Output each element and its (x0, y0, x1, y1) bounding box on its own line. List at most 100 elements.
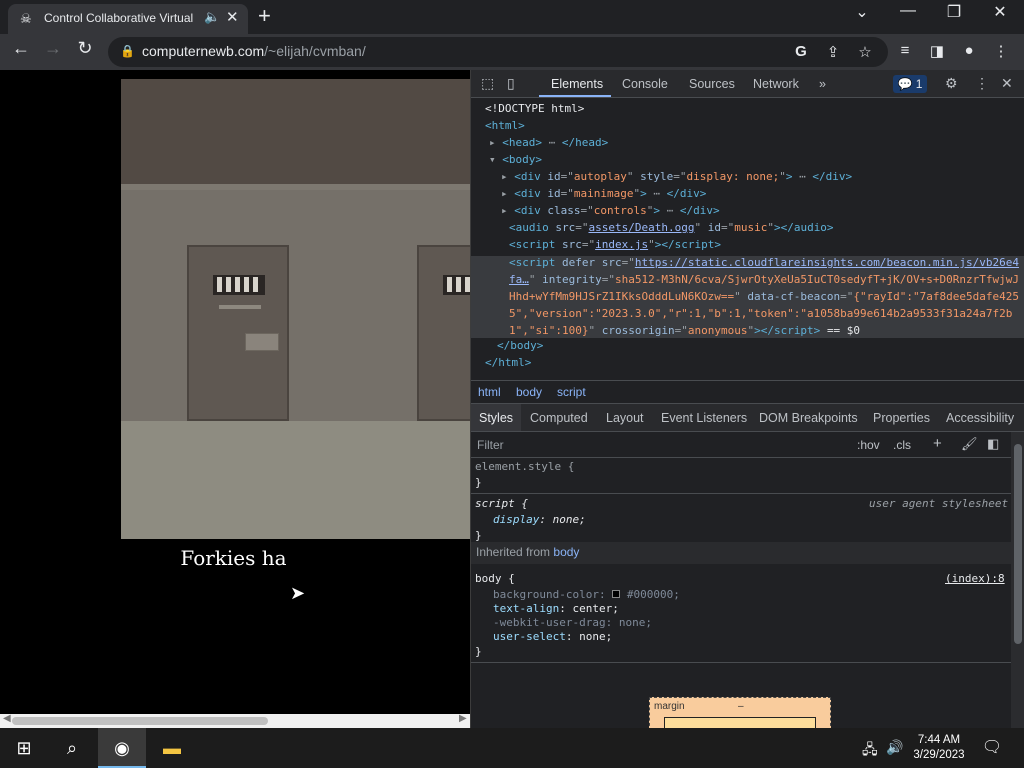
dom-node-div-controls[interactable]: ▸ <div class="controls"> ⋯ </div> (471, 202, 1024, 219)
tab-dom-breakpoints[interactable]: DOM Breakpoints (759, 411, 858, 425)
devtools-menu-icon[interactable]: ⋮ (975, 75, 989, 92)
forward-button[interactable]: → (38, 38, 68, 59)
script-selector: script { (475, 497, 528, 510)
box-model-value[interactable]: – (738, 701, 744, 712)
back-button[interactable]: ← (6, 38, 36, 59)
tab-event-listeners[interactable]: Event Listeners (661, 411, 747, 425)
menu-kebab-icon[interactable]: ⋮ (990, 42, 1012, 60)
address-bar[interactable]: 🔒 computernewb.com/~elijah/cvmban/ G ⇪ ☆ (108, 37, 888, 67)
script-src-link[interactable]: index.js (595, 238, 648, 251)
new-tab-button[interactable]: + (258, 3, 271, 29)
prop-name: -webkit-user-drag (493, 616, 606, 629)
reading-list-icon[interactable]: ≡ (894, 42, 916, 59)
chrome-taskbar-icon[interactable]: ◉ (98, 728, 146, 768)
device-toolbar-icon[interactable]: ▯ (507, 75, 515, 92)
game-scene-image[interactable] (121, 79, 470, 539)
settings-gear-icon[interactable]: ⚙ (945, 75, 958, 92)
breadcrumb-script[interactable]: script (557, 385, 586, 399)
mouse-cursor-icon: ➤ (290, 583, 306, 603)
ellipsis-icon[interactable]: ⋯ (542, 136, 562, 149)
horizontal-scrollbar[interactable]: ◀ ▶ (0, 713, 470, 728)
notification-icon[interactable]: 🗨 (968, 728, 1016, 768)
dom-node-doctype[interactable]: <!DOCTYPE html> (471, 100, 1024, 117)
dom-node-audio[interactable]: <audio src="assets/Death.ogg" id="music"… (471, 219, 1024, 236)
dom-node-html[interactable]: <html> (471, 117, 1024, 134)
dom-node-div-mainimage[interactable]: ▸ <div id="mainimage"> ⋯ </div> (471, 185, 1024, 202)
styles-pane: element.style { } script { user agent st… (471, 459, 1011, 731)
dom-node-body[interactable]: ▾ <body> (471, 151, 1024, 168)
side-panel-icon[interactable]: ◨ (926, 42, 948, 60)
dom-node-body-close[interactable]: </body> (471, 337, 1024, 354)
styles-filter-bar: Filter :hov .cls + 🖌 ◧ (471, 432, 1011, 458)
issues-badge[interactable]: 💬 1 (893, 75, 927, 93)
hov-toggle[interactable]: :hov (857, 438, 880, 452)
inherited-element-link[interactable]: body (553, 545, 579, 559)
prop-value: none; (579, 630, 613, 643)
color-swatch[interactable] (612, 590, 621, 598)
scroll-left-icon[interactable]: ◀ (3, 713, 11, 724)
share-icon[interactable]: ⇪ (822, 43, 844, 61)
clock[interactable]: 7:44 AM 3/29/2023 (906, 733, 972, 763)
close-devtools-icon[interactable]: ✕ (1001, 75, 1013, 92)
tab-network[interactable]: Network (753, 77, 799, 91)
rule-element-style[interactable]: element.style { (475, 459, 574, 475)
scroll-right-icon[interactable]: ▶ (459, 713, 467, 724)
dom-node-head[interactable]: ▸ <head> ⋯ </head> (471, 134, 1024, 151)
profile-avatar-icon[interactable]: ● (958, 42, 980, 59)
file-explorer-icon[interactable]: ▬ (148, 728, 196, 768)
body-close-tag: </body> (497, 339, 544, 352)
tab-elements[interactable]: Elements (551, 77, 603, 91)
clock-date: 3/29/2023 (913, 749, 965, 761)
scrollbar-thumb[interactable] (1014, 444, 1022, 644)
styles-scrollbar[interactable] (1011, 432, 1024, 728)
audio-src-link[interactable]: assets/Death.ogg (588, 221, 694, 234)
rule-body-select[interactable]: user-select: none; (493, 629, 612, 645)
tab-computed[interactable]: Computed (530, 411, 588, 425)
more-tabs-button[interactable]: » (819, 77, 826, 91)
sidebar-toggle-icon[interactable]: ◧ (987, 436, 999, 452)
dom-node-html-close[interactable]: </html> (471, 354, 1024, 371)
browser-toolbar: ← → ↻ 🔒 computernewb.com/~elijah/cvmban/… (0, 34, 1024, 70)
google-icon[interactable]: G (790, 43, 812, 60)
network-icon[interactable]: 🖧 (862, 739, 878, 763)
dom-node-script-beacon[interactable]: <script defer src="https://static.cloudf… (471, 254, 1021, 336)
tab-properties[interactable]: Properties (873, 411, 930, 425)
lock-icon[interactable]: 🔒 (120, 44, 135, 58)
speaker-icon[interactable]: 🔈 (204, 9, 220, 25)
restore-button[interactable]: ❐ (934, 2, 974, 22)
breadcrumb-html[interactable]: html (478, 385, 501, 399)
doctype-text: <!DOCTYPE html> (485, 102, 585, 115)
tab-console[interactable]: Console (622, 77, 668, 91)
tab-accessibility[interactable]: Accessibility (946, 411, 1014, 425)
dom-node-script-index[interactable]: <script src="index.js"></script> (471, 236, 1024, 253)
rule-body-selector[interactable]: body { (475, 571, 515, 587)
close-tab-icon[interactable]: ✕ (226, 8, 239, 26)
tab-sources[interactable]: Sources (689, 77, 735, 91)
close-window-button[interactable]: ✕ (980, 2, 1020, 22)
reload-button[interactable]: ↻ (70, 38, 100, 59)
minimize-button[interactable]: — (888, 2, 928, 20)
tab-search-icon[interactable]: ⌄ (842, 2, 882, 22)
box-model-diagram[interactable]: margin – (649, 697, 831, 731)
inspect-element-icon[interactable]: ⬚ (481, 75, 494, 92)
start-button[interactable]: ⊞ (0, 728, 48, 768)
scrollbar-thumb[interactable] (12, 717, 268, 725)
rule-script-display[interactable]: display: none; (493, 512, 586, 528)
volume-icon[interactable]: 🔊 (886, 739, 903, 756)
rule-source-link[interactable]: (index):8 (945, 571, 1005, 587)
bookmark-star-icon[interactable]: ☆ (854, 43, 876, 61)
devtools-toolbar: ⬚ ▯ Elements Console Sources Network » 💬… (471, 70, 1024, 98)
url-text[interactable]: computernewb.com/~elijah/cvmban/ (142, 43, 366, 59)
element-style-selector: element.style { (475, 460, 575, 473)
filter-input[interactable]: Filter (477, 438, 504, 452)
new-rule-plus-icon[interactable]: + (933, 435, 942, 452)
browser-tab[interactable]: ☠ Control Collaborative Virtual Ma 🔈 ✕ (8, 4, 248, 34)
paint-icon[interactable]: 🖌 (961, 436, 978, 452)
cls-toggle[interactable]: .cls (893, 438, 911, 452)
tab-layout[interactable]: Layout (606, 411, 644, 425)
dom-node-div-autoplay[interactable]: ▸ <div id="autoplay" style="display: non… (471, 168, 1024, 185)
search-icon[interactable]: ⌕ (48, 728, 96, 768)
rule-script-selector[interactable]: script { (475, 496, 528, 512)
tab-styles[interactable]: Styles (471, 404, 522, 431)
breadcrumb-body[interactable]: body (516, 385, 542, 399)
